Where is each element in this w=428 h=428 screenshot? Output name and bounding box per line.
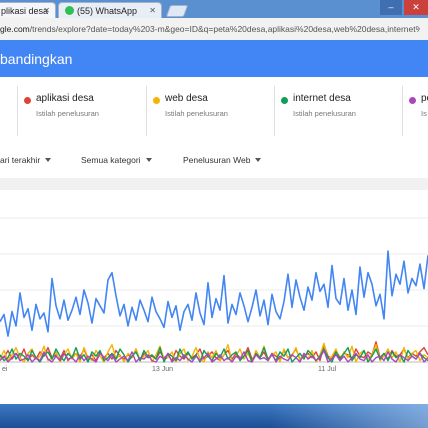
interest-over-time-chart: ei 13 Jun 11 Jul xyxy=(0,178,428,400)
minimize-button[interactable]: – xyxy=(380,0,402,15)
divider xyxy=(146,86,147,136)
term-card-web-desa[interactable]: web desa Istilah penelusuran xyxy=(153,86,271,142)
os-taskbar xyxy=(0,404,428,428)
category-dropdown[interactable]: Semua kategori xyxy=(81,155,152,165)
tab-label: (55) WhatsApp xyxy=(77,6,138,16)
close-icon[interactable]: ✕ xyxy=(149,6,156,15)
term-name: internet desa xyxy=(293,93,351,104)
close-icon[interactable]: ✕ xyxy=(43,6,50,15)
chevron-down-icon xyxy=(45,158,52,162)
series-color-dot xyxy=(281,97,288,104)
term-type: Istilah penelusuran xyxy=(36,109,99,118)
line-chart: ei 13 Jun 11 Jul xyxy=(0,217,428,373)
x-tick-label: ei xyxy=(2,366,8,373)
chevron-down-icon xyxy=(255,158,262,162)
address-bar[interactable]: gle.com/trends/explore?date=today%203-m&… xyxy=(0,18,428,41)
tab-google-trends[interactable]: plikasi desa ✕ xyxy=(0,2,56,18)
browser-tab-strip: plikasi desa ✕ (55) WhatsApp ✕ – ✕ xyxy=(0,0,428,18)
divider xyxy=(17,86,18,136)
term-name: aplikasi desa xyxy=(36,93,94,104)
term-card-aplikasi-desa[interactable]: aplikasi desa Istilah penelusuran xyxy=(24,86,144,142)
series-line-0[interactable] xyxy=(0,250,428,337)
tab-whatsapp[interactable]: (55) WhatsApp ✕ xyxy=(58,2,162,18)
window-close-button[interactable]: ✕ xyxy=(404,0,428,15)
series-color-dot xyxy=(24,97,31,104)
search-type-dropdown[interactable]: Penelusuran Web xyxy=(183,155,262,165)
time-range-dropdown[interactable]: ari terakhir xyxy=(0,155,52,165)
filter-bar: ari terakhir Semua kategori Penelusuran … xyxy=(0,150,428,172)
term-type: Istilah penelusuran xyxy=(165,109,228,118)
divider xyxy=(402,86,403,136)
tab-label: plikasi desa xyxy=(1,6,49,16)
term-name: web desa xyxy=(165,93,208,104)
series-color-dot xyxy=(153,97,160,104)
x-tick-label: 11 Jul xyxy=(318,366,337,373)
term-name: pe xyxy=(421,93,428,104)
new-tab-button[interactable] xyxy=(165,5,189,17)
trends-header: bandingkan xyxy=(0,40,428,77)
x-tick-label: 13 Jun xyxy=(152,366,173,373)
chevron-down-icon xyxy=(145,158,152,162)
compare-terms-row: aplikasi desa Istilah penelusuran web de… xyxy=(0,86,428,142)
term-type: Istilah penelusuran xyxy=(293,109,356,118)
term-card-partial[interactable]: pe Is xyxy=(409,86,428,142)
term-type: Is xyxy=(421,109,427,118)
taskbar-glow xyxy=(270,404,428,428)
whatsapp-icon xyxy=(65,6,74,15)
page-title: bandingkan xyxy=(0,51,73,67)
url-text[interactable]: gle.com/trends/explore?date=today%203-m&… xyxy=(0,22,420,36)
series-color-dot xyxy=(409,97,416,104)
term-card-internet-desa[interactable]: internet desa Istilah penelusuran xyxy=(281,86,399,142)
divider xyxy=(274,86,275,136)
